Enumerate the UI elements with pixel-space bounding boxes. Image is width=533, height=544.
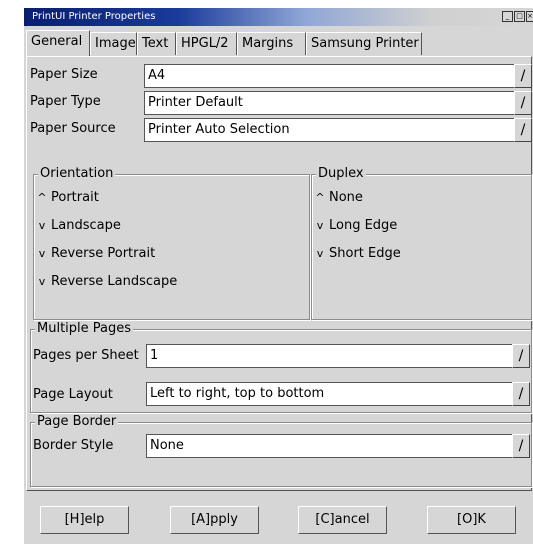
radio-unselected-icon: v <box>316 219 324 232</box>
page-border-legend: Page Border <box>35 414 119 429</box>
radio-short-edge[interactable]: v Short Edge <box>314 246 401 261</box>
pages-per-sheet-dropdown-icon[interactable]: / <box>512 344 530 368</box>
apply-button[interactable]: [A]pply <box>170 506 259 534</box>
radio-portrait[interactable]: ^ Portrait <box>36 190 99 205</box>
cancel-button[interactable]: [C]ancel <box>298 506 387 534</box>
tab-hpgl2[interactable]: HPGL/2 <box>176 32 237 55</box>
paper-size-select[interactable]: A4 <box>144 64 514 88</box>
radio-landscape[interactable]: v Landscape <box>36 218 121 233</box>
border-style-dropdown-icon[interactable]: / <box>512 434 530 458</box>
border-style-select[interactable]: None <box>146 434 512 458</box>
radio-unselected-icon: v <box>38 275 46 288</box>
close-icon[interactable]: × <box>526 11 533 22</box>
paper-size-label: Paper Size <box>30 67 98 82</box>
radio-reverse-portrait-label: Reverse Portrait <box>51 246 156 261</box>
orientation-legend: Orientation <box>38 166 116 181</box>
border-style-label: Border Style <box>33 438 114 453</box>
page-layout-select[interactable]: Left to right, top to bottom <box>146 382 512 406</box>
ok-button[interactable]: [O]K <box>427 506 516 534</box>
radio-long-edge[interactable]: v Long Edge <box>314 218 398 233</box>
radio-reverse-landscape-label: Reverse Landscape <box>51 274 178 289</box>
paper-type-select[interactable]: Printer Default <box>144 91 514 115</box>
help-button[interactable]: [H]elp <box>40 506 129 534</box>
radio-unselected-icon: v <box>38 219 46 232</box>
duplex-legend: Duplex <box>316 166 366 181</box>
radio-duplex-none[interactable]: ^ None <box>314 190 363 205</box>
radio-reverse-landscape[interactable]: v Reverse Landscape <box>36 274 178 289</box>
tab-text[interactable]: Text <box>137 32 176 55</box>
minimize-icon[interactable]: _ <box>502 11 513 22</box>
pages-per-sheet-select[interactable]: 1 <box>146 344 512 368</box>
radio-portrait-label: Portrait <box>51 190 99 205</box>
tab-image[interactable]: Image <box>90 32 137 55</box>
page-layout-dropdown-icon[interactable]: / <box>512 382 530 406</box>
tab-samsung-printer[interactable]: Samsung Printer <box>306 32 422 55</box>
paper-size-dropdown-icon[interactable]: / <box>514 64 532 88</box>
tab-margins[interactable]: Margins <box>237 32 306 55</box>
printer-properties-window: PrintUI Printer Properties _ □ × General… <box>23 7 533 544</box>
radio-long-edge-label: Long Edge <box>329 218 398 233</box>
radio-landscape-label: Landscape <box>51 218 121 233</box>
paper-source-select[interactable]: Printer Auto Selection <box>144 118 514 142</box>
maximize-icon[interactable]: □ <box>514 11 525 22</box>
paper-type-label: Paper Type <box>30 94 101 109</box>
radio-reverse-portrait[interactable]: v Reverse Portrait <box>36 246 155 261</box>
title-bar[interactable]: PrintUI Printer Properties _ □ × <box>24 8 533 26</box>
radio-unselected-icon: v <box>38 247 46 260</box>
radio-short-edge-label: Short Edge <box>329 246 401 261</box>
tab-general[interactable]: General <box>26 30 90 56</box>
paper-source-dropdown-icon[interactable]: / <box>514 118 532 142</box>
radio-selected-icon: ^ <box>315 191 325 204</box>
paper-type-dropdown-icon[interactable]: / <box>514 91 532 115</box>
window-title: PrintUI Printer Properties <box>32 11 156 22</box>
paper-source-label: Paper Source <box>30 121 116 136</box>
multiple-pages-legend: Multiple Pages <box>35 321 134 336</box>
pages-per-sheet-label: Pages per Sheet <box>33 348 139 363</box>
radio-duplex-none-label: None <box>329 190 363 205</box>
radio-selected-icon: ^ <box>37 191 47 204</box>
radio-unselected-icon: v <box>316 247 324 260</box>
page-layout-label: Page Layout <box>33 387 113 402</box>
